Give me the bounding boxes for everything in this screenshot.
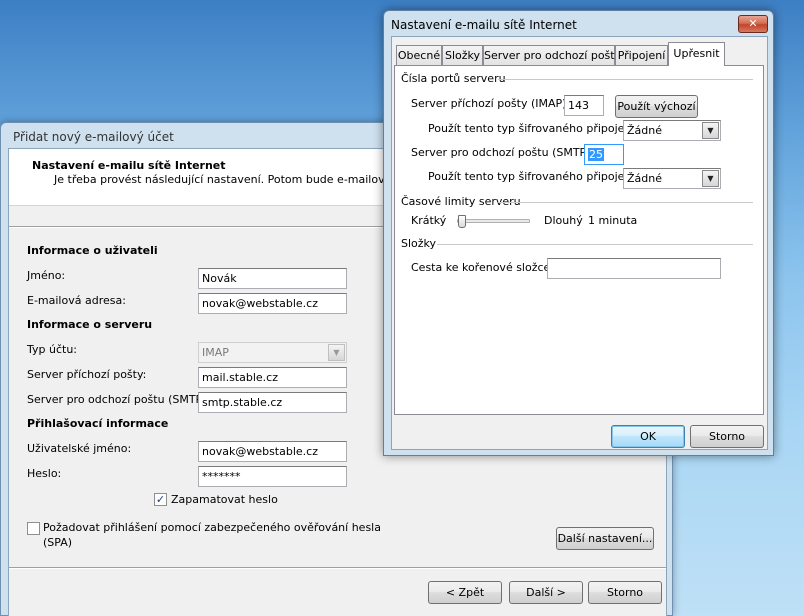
- divider: [9, 567, 666, 569]
- timeout-value: 1 minuta: [588, 214, 638, 227]
- tab-general[interactable]: Obecné: [396, 45, 442, 65]
- long-label: Dlouhý: [544, 214, 583, 227]
- remember-password-checkbox[interactable]: ✓: [154, 493, 167, 506]
- root-path-label: Cesta ke kořenové složce:: [411, 261, 555, 274]
- chevron-down-icon[interactable]: ▼: [702, 122, 719, 139]
- outgoing-server-label: Server pro odchozí poštu (SMTP):: [27, 393, 211, 406]
- tab-outgoing-server[interactable]: Server pro odchozí poštu: [483, 45, 622, 65]
- login-info-heading: Přihlašovací informace: [27, 417, 169, 430]
- password-input[interactable]: *******: [198, 466, 347, 487]
- timeout-slider-thumb[interactable]: [458, 215, 467, 228]
- incoming-server-input[interactable]: mail.stable.cz: [198, 367, 347, 388]
- name-label: Jméno:: [27, 269, 66, 282]
- imap-port-input[interactable]: 143: [564, 95, 604, 116]
- imap-port-label: Server příchozí pošty (IMAP):: [411, 97, 571, 110]
- spa-label-line2: (SPA): [43, 536, 73, 549]
- dialog-cancel-button[interactable]: Storno: [690, 425, 764, 448]
- password-label: Heslo:: [27, 467, 62, 480]
- ok-button[interactable]: OK: [611, 425, 685, 448]
- email-input[interactable]: novak@webstable.cz: [198, 293, 347, 314]
- short-label: Krátký: [411, 214, 447, 227]
- use-default-button[interactable]: Použít výchozí: [615, 95, 698, 118]
- window-title: Přidat nový e-mailový účet: [13, 130, 174, 144]
- outgoing-server-input[interactable]: smtp.stable.cz: [198, 392, 347, 413]
- tab-advanced[interactable]: Upřesnit: [668, 42, 725, 66]
- group-divider: [498, 202, 753, 203]
- incoming-server-label: Server příchozí pošty:: [27, 368, 147, 381]
- encryption-label-incoming: Použít tento typ šifrovaného připojení:: [428, 122, 639, 135]
- user-info-heading: Informace o uživateli: [27, 244, 158, 257]
- remember-password-label: Zapamatovat heslo: [171, 493, 278, 506]
- smtp-port-value: 25: [588, 148, 604, 161]
- tab-connection[interactable]: Připojení: [615, 45, 668, 65]
- next-button[interactable]: Další >: [509, 581, 583, 604]
- spa-checkbox[interactable]: [27, 522, 40, 535]
- chevron-down-icon[interactable]: ▼: [702, 170, 719, 187]
- root-path-input[interactable]: [547, 258, 721, 279]
- dialog-client-area: Obecné Složky Server pro odchozí poštu P…: [391, 36, 768, 450]
- more-settings-button[interactable]: Další nastavení...: [556, 527, 654, 550]
- tab-folders[interactable]: Složky: [442, 45, 483, 65]
- ports-group-label: Čísla portů serveru: [401, 72, 506, 85]
- spa-label-line1: Požadovat přihlášení pomocí zabezpečenéh…: [43, 521, 381, 534]
- wizard-header-subtitle: Je třeba provést následující nastavení. …: [54, 173, 434, 186]
- smtp-port-input[interactable]: 25: [584, 144, 624, 165]
- wizard-header-title: Nastavení e-mailu sítě Internet: [32, 159, 226, 172]
- wizard-cancel-button[interactable]: Storno: [588, 581, 662, 604]
- server-info-heading: Informace o serveru: [27, 318, 153, 331]
- account-type-select[interactable]: IMAP: [198, 342, 347, 363]
- back-button[interactable]: < Zpět: [428, 581, 502, 604]
- name-input[interactable]: Novák: [198, 268, 347, 289]
- group-divider: [437, 244, 753, 245]
- username-input[interactable]: novak@webstable.cz: [198, 441, 347, 462]
- email-label: E-mailová adresa:: [27, 294, 126, 307]
- chevron-down-icon: ▼: [328, 344, 345, 361]
- internet-email-settings-dialog: Nastavení e-mailu sítě Internet ✕ Obecné…: [383, 10, 774, 456]
- username-label: Uživatelské jméno:: [27, 442, 132, 455]
- encryption-label-outgoing: Použít tento typ šifrovaného připojení:: [428, 170, 639, 183]
- group-divider: [498, 79, 753, 80]
- account-type-label: Typ účtu:: [27, 343, 78, 356]
- smtp-port-label: Server pro odchozí poštu (SMTP):: [411, 146, 595, 159]
- folders-group-label: Složky: [401, 237, 437, 250]
- dialog-title: Nastavení e-mailu sítě Internet: [391, 18, 577, 32]
- close-icon[interactable]: ✕: [738, 15, 768, 33]
- advanced-tab-panel: Čísla portů serveru Server příchozí pošt…: [394, 65, 764, 415]
- timeout-slider-track[interactable]: [457, 219, 530, 223]
